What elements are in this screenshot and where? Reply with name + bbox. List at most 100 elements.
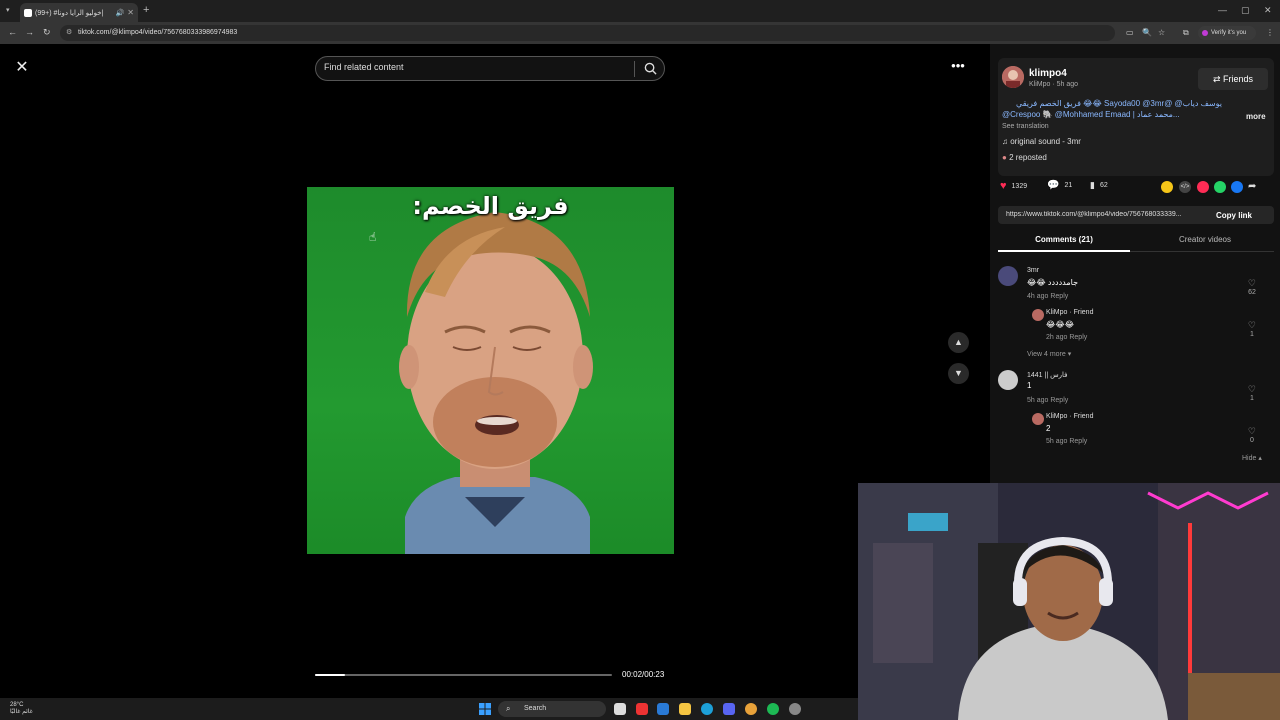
embed-icon[interactable]: </> — [1179, 181, 1191, 193]
spotify-icon[interactable] — [767, 703, 779, 715]
audio-icon[interactable]: 🔊 — [116, 9, 125, 17]
reply-like-button[interactable]: ♡ 1 — [1248, 320, 1256, 338]
verify-button[interactable]: Verify it's you — [1198, 26, 1256, 40]
outlook-icon[interactable] — [657, 703, 669, 715]
weather-temp: 28°C — [10, 702, 24, 708]
browser-tab-bar: ▾ (99+) #خوليو الرايا دونا| 🔊 ✕ + — ▢ ✕ — [0, 0, 1280, 22]
comment-username[interactable]: 1441 || فارس — [1027, 371, 1068, 379]
reply-avatar[interactable] — [1032, 413, 1044, 425]
comment-like-button[interactable]: ♡ 1 — [1248, 384, 1256, 402]
extensions-icon[interactable]: ⧉ — [1183, 28, 1189, 38]
like-button[interactable]: ♥ 1329 — [1000, 180, 1027, 192]
bookmark-star-icon[interactable]: ☆ — [1158, 28, 1165, 37]
maximize-icon[interactable]: ▢ — [1241, 5, 1250, 16]
discord-icon[interactable] — [723, 703, 735, 715]
task-view-icon[interactable] — [614, 703, 626, 715]
hide-label: Hide — [1242, 455, 1257, 462]
reply-avatar[interactable] — [1032, 309, 1044, 321]
video-time: 00:02/00:23 — [622, 670, 665, 679]
site-info-icon[interactable]: ⚙ — [66, 28, 72, 36]
video-player[interactable]: فريق الخصم: — [307, 44, 674, 698]
tab-comments[interactable]: Comments (21) — [998, 235, 1130, 244]
video-progress-bar[interactable] — [315, 674, 612, 676]
author-name[interactable]: klimpo4 — [1029, 68, 1067, 79]
coin-icon[interactable] — [1161, 181, 1173, 193]
chrome-icon[interactable] — [745, 703, 757, 715]
weather-text: غائم غالبًا — [10, 709, 33, 715]
save-button[interactable]: ▮ 62 — [1090, 180, 1108, 191]
video-caption: فريق الخصم: — [412, 192, 569, 220]
url-text: tiktok.com/@klimpo4/video/75676803339869… — [78, 29, 238, 36]
whatsapp-icon[interactable] — [1214, 181, 1226, 193]
search-divider — [634, 61, 635, 77]
author-avatar[interactable] — [1002, 66, 1024, 88]
taskbar-search[interactable]: ⌕ Search — [498, 701, 606, 717]
next-video-icon[interactable]: ▼ — [948, 363, 969, 384]
comment-button[interactable]: 💬 21 — [1047, 180, 1072, 191]
tiktok-favicon-icon — [24, 8, 32, 17]
friends-button[interactable]: ⇄ Friends — [1198, 68, 1268, 90]
sound-row[interactable]: ♫ original sound - 3mr — [1002, 137, 1081, 146]
commenter-avatar[interactable] — [998, 370, 1018, 390]
like-heart-icon: ♡ — [1247, 278, 1256, 288]
url-field[interactable]: ⚙ tiktok.com/@klimpo4/video/756768033398… — [60, 25, 1115, 41]
facebook-icon[interactable] — [1231, 181, 1243, 193]
comment-like-button[interactable]: ♡ 62 — [1248, 278, 1256, 296]
reload-icon[interactable]: ↻ — [43, 27, 51, 38]
browser-tab[interactable]: (99+) #خوليو الرايا دونا| 🔊 ✕ — [20, 3, 138, 22]
obs-icon[interactable] — [789, 703, 801, 715]
avatar-image — [1002, 66, 1024, 88]
new-tab-icon[interactable]: + — [143, 4, 149, 16]
heart-icon: ♥ — [1000, 180, 1007, 192]
like-heart-icon: ♡ — [1247, 320, 1256, 330]
weather-widget[interactable]: 28°C غائم غالبًا — [10, 702, 33, 716]
comment-username[interactable]: 3mr — [1027, 267, 1039, 274]
cast-icon[interactable]: ▭ — [1126, 28, 1134, 37]
reply-like-count: 1 — [1250, 331, 1254, 338]
more-options-icon[interactable]: ••• — [948, 59, 968, 74]
app-red-icon[interactable] — [636, 703, 648, 715]
webcam-overlay — [858, 483, 1280, 720]
reply-username[interactable]: KliMpo · Friend — [1046, 309, 1093, 316]
tab-close-icon[interactable]: ✕ — [127, 8, 134, 17]
reply-meta[interactable]: 2h ago Reply — [1046, 334, 1087, 341]
comment-like-count: 62 — [1248, 289, 1256, 296]
window-close-icon[interactable]: ✕ — [1264, 5, 1272, 16]
edge-icon[interactable] — [701, 703, 713, 715]
action-bar: ♥ 1329 💬 21 ▮ 62 </> ➦ — [1000, 180, 1272, 196]
forward-icon[interactable]: → — [25, 27, 34, 37]
back-icon[interactable]: ← — [8, 27, 17, 37]
menu-icon[interactable]: ⋮ — [1266, 28, 1274, 37]
share-link-url[interactable]: https://www.tiktok.com/@klimpo4/video/75… — [1006, 211, 1206, 218]
previous-video-icon[interactable]: ▲ — [948, 332, 969, 353]
search-input[interactable] — [324, 62, 624, 72]
search-icon[interactable] — [644, 62, 657, 75]
copy-link-button[interactable]: Copy link — [1216, 211, 1252, 220]
comment-text: 😂😂 جامددددد — [1027, 278, 1079, 287]
share-link-box: https://www.tiktok.com/@klimpo4/video/75… — [998, 206, 1274, 224]
view-more-replies[interactable]: View 4 more ▾ — [1027, 350, 1071, 358]
reply-like-button[interactable]: ♡ 0 — [1248, 426, 1256, 444]
reposted-row[interactable]: ● 2 reposted — [1002, 153, 1047, 162]
share-arrow-icon[interactable]: ➦ — [1248, 181, 1260, 193]
related-search-box[interactable] — [315, 56, 665, 81]
tab-list-icon[interactable]: ▾ — [6, 6, 10, 14]
windows-taskbar: 28°C غائم غالبًا ⌕ Search — [0, 698, 858, 720]
tab-creator-videos[interactable]: Creator videos — [1140, 235, 1270, 244]
minimize-icon[interactable]: — — [1218, 5, 1227, 15]
comment-like-count: 1 — [1250, 395, 1254, 402]
reply-meta[interactable]: 5h ago Reply — [1046, 438, 1087, 445]
reply-username[interactable]: KliMpo · Friend — [1046, 413, 1093, 420]
send-icon[interactable] — [1197, 181, 1209, 193]
file-explorer-icon[interactable] — [679, 703, 691, 715]
windows-start-icon[interactable] — [479, 703, 491, 715]
zoom-icon[interactable]: 🔍 — [1142, 28, 1152, 37]
close-icon[interactable]: ✕ — [12, 58, 32, 78]
video-frame[interactable]: فريق الخصم: — [307, 187, 674, 554]
comment-meta[interactable]: 5h ago Reply — [1027, 397, 1068, 404]
comment-meta[interactable]: 4h ago Reply — [1027, 293, 1068, 300]
more-link[interactable]: more — [1246, 112, 1266, 121]
see-translation-link[interactable]: See translation — [1002, 123, 1049, 130]
hide-replies[interactable]: Hide ▴ — [1242, 454, 1262, 462]
commenter-avatar[interactable] — [998, 266, 1018, 286]
